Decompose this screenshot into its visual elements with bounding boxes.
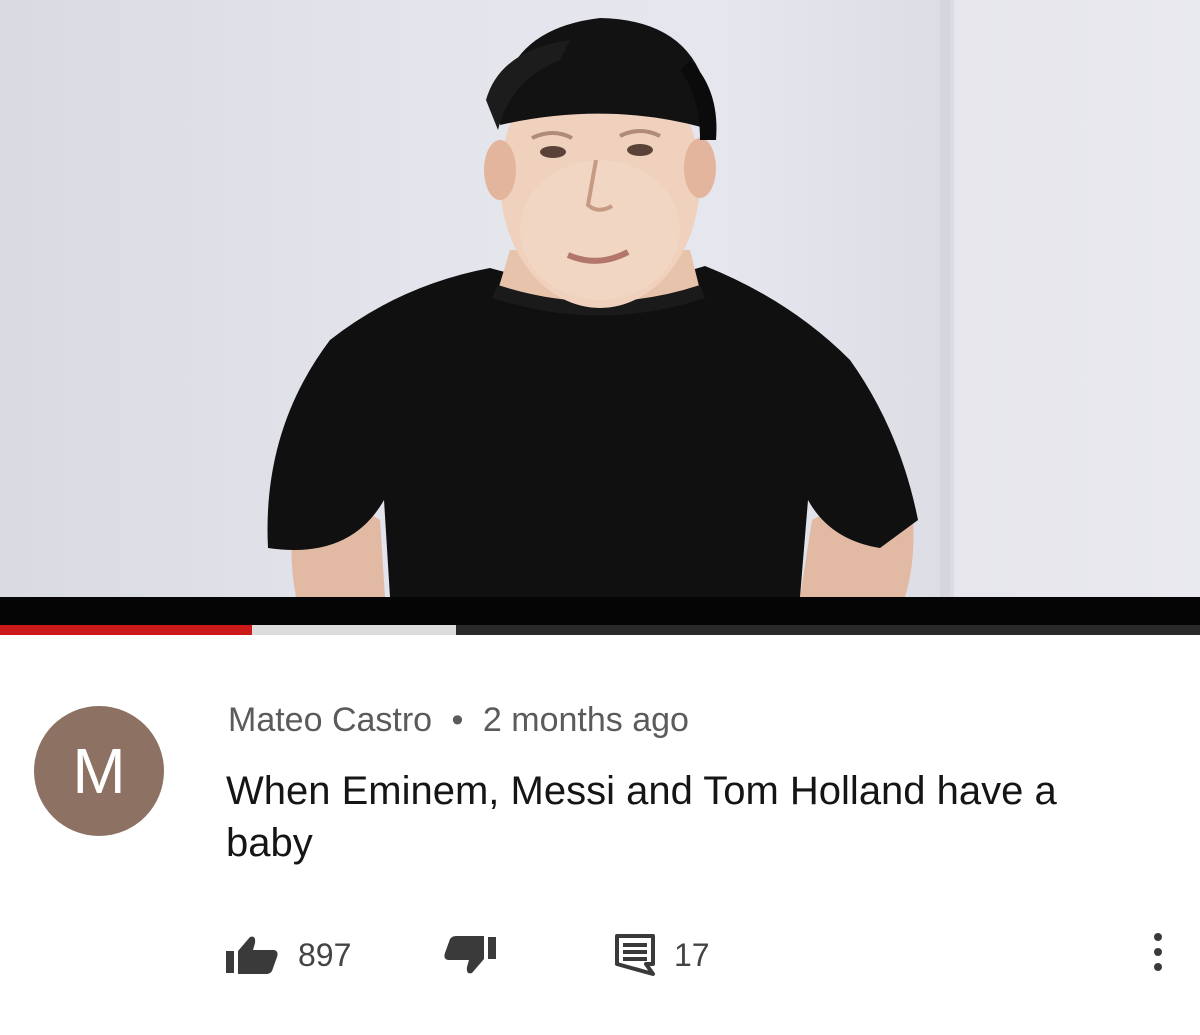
meta-separator: • [451,701,464,739]
avatar[interactable]: M [34,706,164,836]
comment-meta: Mateo Castro • 2 months ago [228,701,689,740]
like-count: 897 [298,936,352,973]
more-vertical-icon[interactable] [1146,933,1170,979]
comment: M Mateo Castro • 2 months ago When Emine… [0,635,1200,1035]
more-dot [1154,963,1162,971]
dislike-button[interactable] [442,925,498,985]
comment-icon [615,934,655,976]
comment-timestamp[interactable]: 2 months ago [483,701,689,739]
comment-actions: 897 17 [0,925,1200,985]
thumbs-down-icon [444,936,496,974]
video-played-bar [0,625,252,635]
reply-button[interactable]: 17 [614,925,710,985]
video-player[interactable] [0,0,1200,597]
video-progress-bar[interactable] [0,625,1200,635]
more-dot [1154,933,1162,941]
comment-author[interactable]: Mateo Castro [228,701,432,739]
like-button[interactable]: 897 [224,925,351,985]
video-frame-image [267,0,1200,597]
thumbs-up-icon [226,936,278,974]
page: M Mateo Castro • 2 months ago When Emine… [0,0,1200,1035]
comment-text: When Eminem, Messi and Tom Holland have … [226,769,1057,865]
reply-count: 17 [674,936,710,973]
more-dot [1154,948,1162,956]
